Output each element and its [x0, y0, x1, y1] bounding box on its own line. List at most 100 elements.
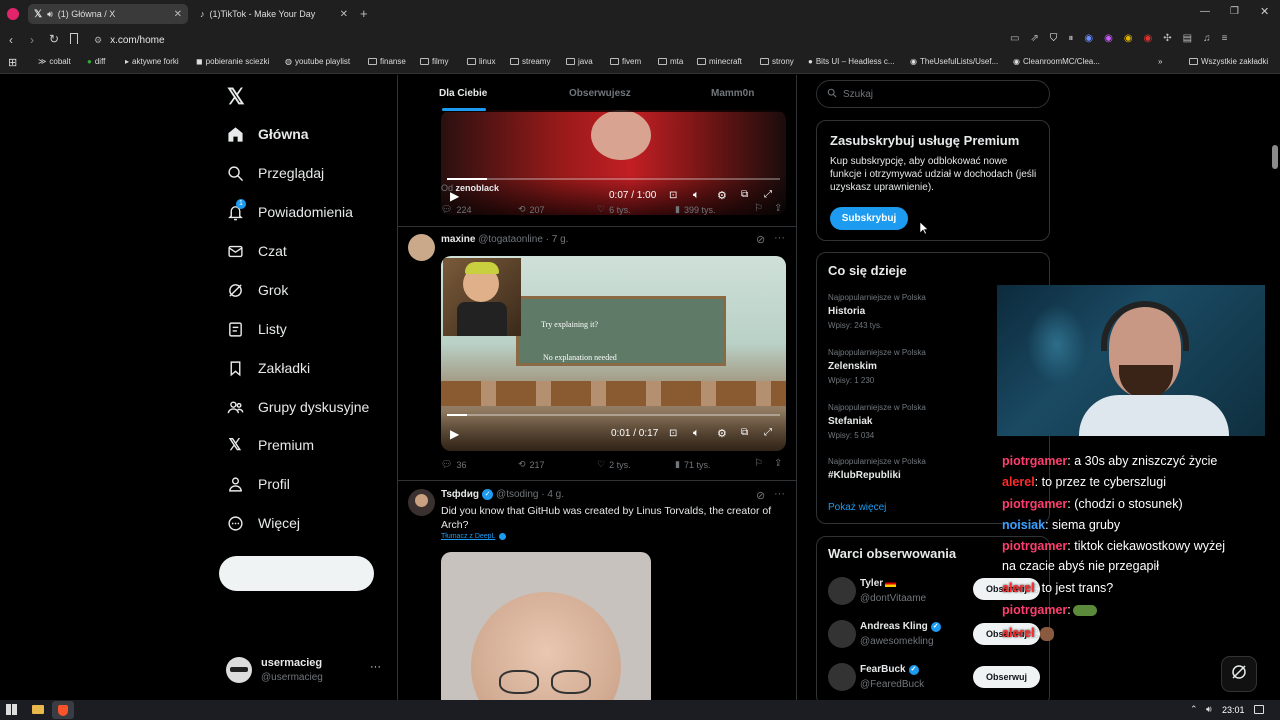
pause-icon[interactable]: ⏸	[1068, 33, 1073, 44]
bookmark-folder[interactable]: filmy	[420, 57, 448, 66]
bookmark-item[interactable]: ◍ youtube playlist	[285, 57, 350, 66]
x-logo-icon[interactable]: 𝕏	[227, 84, 245, 110]
avatar[interactable]	[828, 663, 856, 691]
all-bookmarks[interactable]: Wszystkie zakładki	[1189, 57, 1268, 66]
sidebar-icon[interactable]: ▤	[1183, 33, 1192, 44]
bookmark-item[interactable]: ◉ TheUsefulLists/Usef...	[910, 57, 998, 66]
bookmark-folder[interactable]: mta	[658, 57, 683, 66]
back-icon[interactable]: ‹	[9, 33, 13, 47]
views-button[interactable]: ▮ 71 tys.	[675, 459, 710, 470]
trend-item[interactable]: Najpopularniejsze w Polska Historia Wpis…	[828, 293, 926, 330]
bookmark-item[interactable]: ▸ aktywne forki	[125, 57, 179, 66]
nav-grok[interactable]: Grok	[226, 277, 288, 303]
maximize-icon[interactable]: ❐	[1230, 6, 1239, 17]
video-source-user[interactable]: zenoblack	[456, 183, 500, 193]
fullscreen-icon[interactable]: ⤢	[764, 427, 772, 438]
pip-icon[interactable]: ⧉	[741, 189, 748, 200]
repost-button[interactable]: ⟲ 217	[518, 459, 545, 470]
notification-center-icon[interactable]	[1254, 705, 1264, 714]
bookmark-folder[interactable]: strony	[760, 57, 794, 66]
grok-icon[interactable]: ⊘	[756, 233, 765, 246]
site-info-icon[interactable]: ⚙	[94, 35, 102, 46]
captions-icon[interactable]: ⊡	[669, 428, 677, 439]
puzzle-icon[interactable]: ✣	[1163, 33, 1171, 44]
tab-following[interactable]: Obserwujesz	[569, 88, 631, 99]
bookmark-folder[interactable]: java	[566, 57, 593, 66]
new-tab-icon[interactable]: +	[360, 6, 368, 21]
more-bookmarks-icon[interactable]: »	[1158, 57, 1162, 66]
trend-item[interactable]: Najpopularniejsze w Polska Stefaniak Wpi…	[828, 403, 926, 440]
bookmark-item[interactable]: ● Bits UI – Headless c...	[808, 57, 895, 66]
close-window-icon[interactable]: ✕	[1260, 5, 1269, 18]
reload-icon[interactable]: ↻	[49, 32, 59, 46]
follow-name[interactable]: FearBuck ✓	[860, 664, 919, 675]
nav-more[interactable]: Więcej	[226, 510, 300, 536]
author-name[interactable]: Tsфdиg	[441, 489, 479, 500]
volume-icon[interactable]: 🔈︎	[693, 189, 700, 202]
menu-icon[interactable]: ≡	[1222, 33, 1228, 44]
views-button[interactable]: ▮ 399 tys.	[675, 204, 715, 215]
tab-tiktok[interactable]: ♪ (1)TikTok - Make Your Day ✕	[194, 4, 354, 24]
close-tab-icon[interactable]: ✕	[174, 9, 182, 20]
music-icon[interactable]: ♫	[1203, 33, 1211, 44]
share-post-icon[interactable]: ⇪	[774, 458, 782, 469]
avatar[interactable]	[408, 234, 435, 261]
address-field[interactable]: ⚙ x.com/home	[88, 31, 988, 49]
bookmark-item[interactable]: ● diff	[87, 57, 105, 66]
more-dots-icon[interactable]: ···	[370, 661, 381, 673]
tray-chevron-icon[interactable]: ⌃	[1190, 704, 1198, 715]
follow-name[interactable]: Tyler	[860, 578, 897, 589]
bookmark-item[interactable]: ≫ cobalt	[38, 57, 71, 66]
nav-lists[interactable]: Listy	[226, 316, 287, 342]
apps-icon[interactable]: ⊞	[8, 56, 17, 69]
nav-communities[interactable]: Grupy dyskusyjne	[226, 394, 369, 420]
follow-name[interactable]: Andreas Kling ✓	[860, 621, 941, 632]
avatar[interactable]	[828, 577, 856, 605]
volume-icon[interactable]: 🔈︎	[693, 427, 700, 440]
brave-browser-icon[interactable]	[52, 701, 74, 719]
reply-button[interactable]: 💬︎ 36	[441, 459, 466, 470]
nav-profile[interactable]: Profil	[226, 471, 290, 497]
like-button[interactable]: ♡ 2 tys.	[597, 459, 631, 470]
repost-button[interactable]: ⟲ 207	[518, 204, 545, 215]
nav-home[interactable]: Główna	[226, 121, 309, 147]
pip-icon[interactable]: ⧉	[741, 427, 748, 438]
extension-icon[interactable]: ◉	[1124, 33, 1133, 44]
avatar[interactable]	[828, 620, 856, 648]
bookmark-folder[interactable]: linux	[467, 57, 495, 66]
bookmark-page-icon[interactable]	[70, 33, 78, 44]
bookmark-folder[interactable]: fivem	[610, 57, 641, 66]
grok-icon[interactable]: ⊘	[756, 489, 765, 502]
play-icon[interactable]: ▶	[450, 427, 459, 441]
video-player[interactable]: ▶ 0:07 / 1:00 ⊡ 🔈︎ ⚙ ⧉ ⤢	[441, 110, 786, 215]
show-more-link[interactable]: Pokaż więcej	[828, 502, 886, 513]
nav-messages[interactable]: Czat	[226, 238, 287, 264]
settings-icon[interactable]: ⚙	[717, 427, 727, 440]
windows-start-icon[interactable]	[6, 704, 17, 715]
tab-x-home[interactable]: 𝕏 🔊︎ (1) Główna / X ✕	[28, 4, 188, 24]
bookmark-post-icon[interactable]: ⚐	[754, 458, 763, 469]
extension-icon[interactable]: ◉	[1144, 33, 1153, 44]
video-player[interactable]: Try explaining it? No explanation needed…	[441, 256, 786, 451]
subscribe-button[interactable]: Subskrybuj	[830, 207, 908, 230]
extension-icon[interactable]: ◉	[1084, 33, 1093, 44]
translate-link[interactable]: Tłumacz z DeepL	[441, 533, 507, 540]
avatar[interactable]	[408, 489, 435, 516]
grok-floating-button[interactable]	[1221, 656, 1257, 692]
share-icon[interactable]: ⇗	[1030, 33, 1038, 44]
search-input[interactable]: Szukaj	[816, 80, 1050, 108]
fullscreen-icon[interactable]: ⤢	[764, 189, 772, 200]
bookmark-folder[interactable]: streamy	[510, 57, 550, 66]
share-post-icon[interactable]: ⇪	[774, 203, 782, 214]
nav-notifications[interactable]: 1 Powiadomienia	[226, 199, 353, 225]
reply-button[interactable]: 💬︎ 224	[441, 204, 471, 215]
extension-icon[interactable]: ◉	[1104, 33, 1113, 44]
bookmark-folder[interactable]: minecraft	[697, 57, 742, 66]
nav-premium[interactable]: 𝕏 Premium	[226, 432, 314, 458]
bookmark-item[interactable]: ◉ CleanroomMC/Clea...	[1013, 57, 1100, 66]
minimize-icon[interactable]: —	[1200, 6, 1210, 17]
account-switcher[interactable]: usermacieg @usermacieg ···	[226, 655, 386, 687]
trend-item[interactable]: Najpopularniejsze w Polska Zelenskim Wpi…	[828, 348, 926, 385]
author-name[interactable]: maxine	[441, 234, 475, 245]
nav-explore[interactable]: Przeglądaj	[226, 160, 324, 186]
